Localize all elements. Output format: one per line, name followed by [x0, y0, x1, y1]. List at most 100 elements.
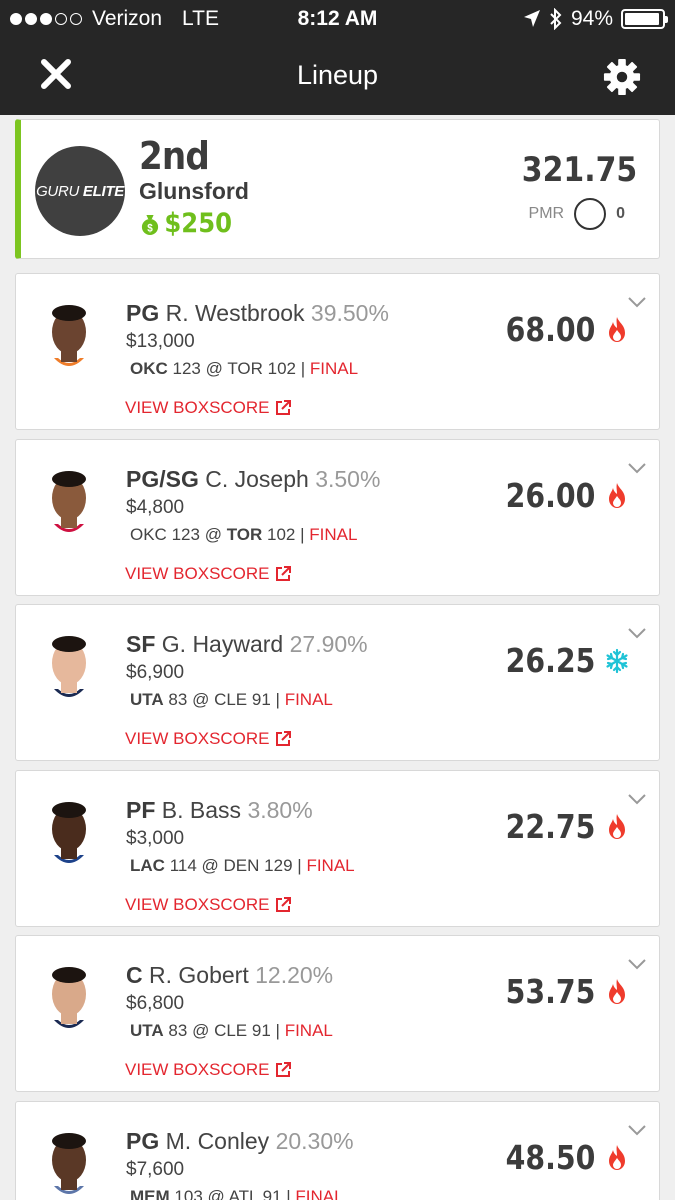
player-card[interactable]: C R. Gobert 12.20% $6,800 UTA 83 @ CLE 9…	[15, 935, 660, 1092]
snowflake-icon	[606, 648, 628, 674]
game-result: MEM 103 @ ATL 91 | FINAL	[130, 1187, 344, 1200]
view-boxscore-link[interactable]: VIEW BOXSCORE	[125, 398, 292, 418]
external-link-icon	[275, 1062, 291, 1077]
home-team: TOR	[227, 359, 263, 378]
logo-text-guru: GURU	[36, 182, 80, 200]
pmr-value: 0	[616, 205, 625, 222]
logo-text-elite: ELITE	[82, 182, 124, 200]
fire-icon	[609, 979, 625, 1004]
player-card[interactable]: PG M. Conley 20.30% $7,600 MEM 103 @ ATL…	[15, 1101, 660, 1200]
player-points: 26.25	[505, 641, 595, 680]
player-ownership: 20.30%	[275, 1128, 354, 1154]
player-points: 48.50	[505, 1138, 595, 1177]
home-score: 102	[267, 525, 296, 544]
away-score: 83	[168, 1021, 188, 1040]
player-name-line: SF G. Hayward 27.90%	[126, 631, 368, 658]
game-status: FINAL	[284, 690, 333, 709]
total-points: 321.75	[521, 150, 637, 190]
away-team: UTA	[130, 1021, 164, 1040]
player-salary: $6,800	[126, 993, 185, 1014]
view-boxscore-label: VIEW BOXSCORE	[125, 1060, 270, 1079]
gear-icon[interactable]	[603, 58, 641, 96]
player-position: PG/SG	[126, 466, 199, 492]
location-arrow-icon	[523, 10, 540, 27]
game-result: LAC 114 @ DEN 129 | FINAL	[130, 856, 355, 876]
player-points: 53.75	[505, 972, 595, 1011]
player-name-line: PG M. Conley 20.30%	[126, 1128, 354, 1155]
game-result: UTA 83 @ CLE 91 | FINAL	[130, 690, 333, 710]
player-salary: $7,600	[126, 1159, 185, 1180]
chevron-down-icon[interactable]	[627, 627, 647, 639]
player-ownership: 3.50%	[315, 466, 381, 492]
player-points: 68.00	[505, 310, 595, 349]
external-link-icon	[275, 731, 291, 746]
player-headshot	[24, 305, 114, 386]
pmr-label: PMR	[528, 205, 565, 222]
game-at: @	[201, 856, 219, 875]
game-at: @	[205, 359, 223, 378]
game-at: @	[204, 525, 222, 544]
chevron-down-icon[interactable]	[627, 462, 647, 474]
page-title: Lineup	[296, 60, 379, 90]
player-points: 22.75	[505, 807, 595, 846]
player-position: PF	[126, 797, 156, 823]
game-separator: |	[300, 525, 305, 544]
player-card[interactable]: PF B. Bass 3.80% $3,000 LAC 114 @ DEN 12…	[15, 770, 660, 927]
username: Glunsford	[139, 178, 249, 204]
view-boxscore-link[interactable]: VIEW BOXSCORE	[125, 895, 292, 915]
player-card[interactable]: PG/SG C. Joseph 3.50% $4,800 OKC 123 @ T…	[15, 439, 660, 596]
player-name: R. Westbrook	[165, 300, 305, 326]
player-points: 26.00	[505, 476, 595, 515]
away-score: 114	[169, 856, 197, 875]
contest-rank: 2nd	[139, 134, 210, 178]
game-status: FINAL	[309, 525, 358, 544]
player-ownership: 27.90%	[289, 631, 368, 657]
away-score: 123	[171, 525, 200, 544]
player-salary: $13,000	[126, 331, 195, 352]
guru-elite-logo: GURU ELITE	[35, 146, 125, 236]
player-card[interactable]: PG R. Westbrook 39.50% $13,000 OKC 123 @…	[15, 273, 660, 430]
home-team: TOR	[226, 525, 263, 544]
player-card[interactable]: SF G. Hayward 27.90% $6,900 UTA 83 @ CLE…	[15, 604, 660, 761]
player-name-line: PG R. Westbrook 39.50%	[126, 300, 389, 327]
fire-icon	[609, 317, 625, 342]
player-name: C. Joseph	[205, 466, 309, 492]
chevron-down-icon[interactable]	[627, 958, 647, 970]
view-boxscore-link[interactable]: VIEW BOXSCORE	[125, 1060, 292, 1080]
chevron-down-icon[interactable]	[627, 1124, 647, 1136]
player-salary: $4,800	[126, 497, 185, 518]
home-team: CLE	[214, 1021, 248, 1040]
game-at: @	[192, 1021, 210, 1040]
player-position: PG	[126, 300, 160, 326]
player-ownership: 3.80%	[247, 797, 313, 823]
player-name: G. Hayward	[161, 631, 284, 657]
player-position: C	[126, 962, 143, 988]
fire-icon	[609, 483, 625, 508]
view-boxscore-label: VIEW BOXSCORE	[125, 895, 270, 914]
home-team: ATL	[228, 1187, 258, 1200]
status-bar: Verizon LTE 8:12 AM 94%	[0, 0, 675, 40]
external-link-icon	[275, 566, 291, 581]
game-separator: |	[300, 359, 306, 378]
player-headshot	[24, 1133, 114, 1200]
lineup-summary-card: GURU ELITE 2nd Glunsford $ $250 321.75 P…	[15, 119, 660, 259]
player-name: B. Bass	[161, 797, 242, 823]
chevron-down-icon[interactable]	[627, 793, 647, 805]
external-link-icon	[275, 897, 291, 912]
chevron-down-icon[interactable]	[627, 296, 647, 308]
bluetooth-icon	[550, 8, 562, 30]
player-salary: $3,000	[126, 828, 185, 849]
game-result: UTA 83 @ CLE 91 | FINAL	[130, 1021, 333, 1041]
view-boxscore-link[interactable]: VIEW BOXSCORE	[125, 564, 292, 584]
status-right: 94%	[523, 7, 668, 31]
external-link-icon	[275, 400, 291, 415]
player-headshot	[24, 967, 114, 1048]
home-score: 91	[262, 1187, 282, 1200]
player-name-line: PG/SG C. Joseph 3.50%	[126, 466, 380, 493]
battery-percent: 94%	[570, 7, 613, 30]
player-headshot	[24, 636, 114, 717]
view-boxscore-link[interactable]: VIEW BOXSCORE	[125, 729, 292, 749]
home-score: 91	[251, 690, 271, 709]
fire-icon	[609, 1145, 625, 1170]
player-name: R. Gobert	[149, 962, 249, 988]
